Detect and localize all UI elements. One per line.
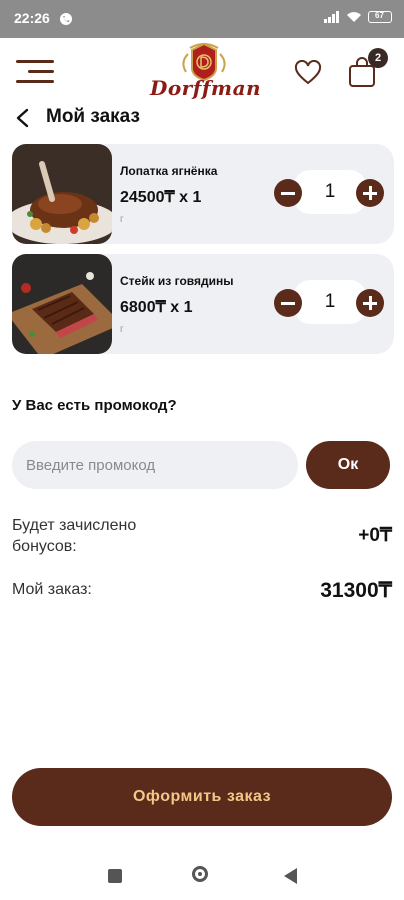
cart-badge: 2 [368,48,388,68]
system-nav-bar [0,850,404,900]
bonus-label: Будет зачислено бонусов: [12,517,137,555]
order-total-label: Мой заказ: [12,581,92,598]
cart-item[interactable]: Лопатка ягнёнка 24500₸ x 1 г 1 [12,144,394,244]
wifi-icon [347,12,361,22]
heart-icon[interactable] [294,60,322,86]
page-title: Мой заказ [46,106,140,127]
battery-level: 67 [375,11,384,20]
bonus-value: +0₸ [358,525,392,546]
back-arrow-icon[interactable] [14,108,32,128]
beef-steak-image [12,254,112,354]
minus-icon[interactable] [274,289,302,317]
cart-item-name: Стейк из говядины [120,274,234,288]
nav-recents-icon[interactable] [108,869,122,883]
menu-icon[interactable] [16,58,54,86]
plus-icon[interactable] [356,289,384,317]
cart-item-image [12,144,112,244]
cart-item-price: 24500₸ x 1 [120,189,202,206]
quantity-stepper: 1 [270,280,388,324]
app-header: Dorffman 2 [0,38,404,106]
status-time: 22:26 [14,10,50,26]
cart-item-unit: г [120,324,124,335]
battery-icon: 67 [368,11,392,23]
lamb-dish-image [12,144,112,244]
quantity-stepper: 1 [270,170,388,214]
minus-icon[interactable] [274,179,302,207]
order-total-value: 31300₸ [320,579,392,602]
cart-item-image [12,254,112,354]
brand-logo[interactable]: Dorffman [150,42,262,102]
plus-icon[interactable] [356,179,384,207]
nav-back-icon[interactable] [284,868,297,884]
status-bar: 22:26 67 [0,0,404,38]
cart-item[interactable]: Стейк из говядины 6800₸ x 1 г 1 [12,254,394,354]
apply-promo-button[interactable]: Ок [306,441,390,489]
cart-item-unit: г [120,214,124,225]
signal-icon [324,11,339,23]
cart-item-price: 6800₸ x 1 [120,299,193,316]
nav-home-icon[interactable] [192,866,208,882]
brand-name: Dorffman [150,76,262,100]
cart-item-name: Лопатка ягнёнка [120,164,218,178]
page-title-bar: Мой заказ [0,102,404,132]
promo-code-input[interactable] [12,441,298,489]
promo-question: У Вас есть промокод? [12,397,177,414]
whatsapp-icon [60,13,72,25]
checkout-button[interactable]: Оформить заказ [12,768,392,826]
